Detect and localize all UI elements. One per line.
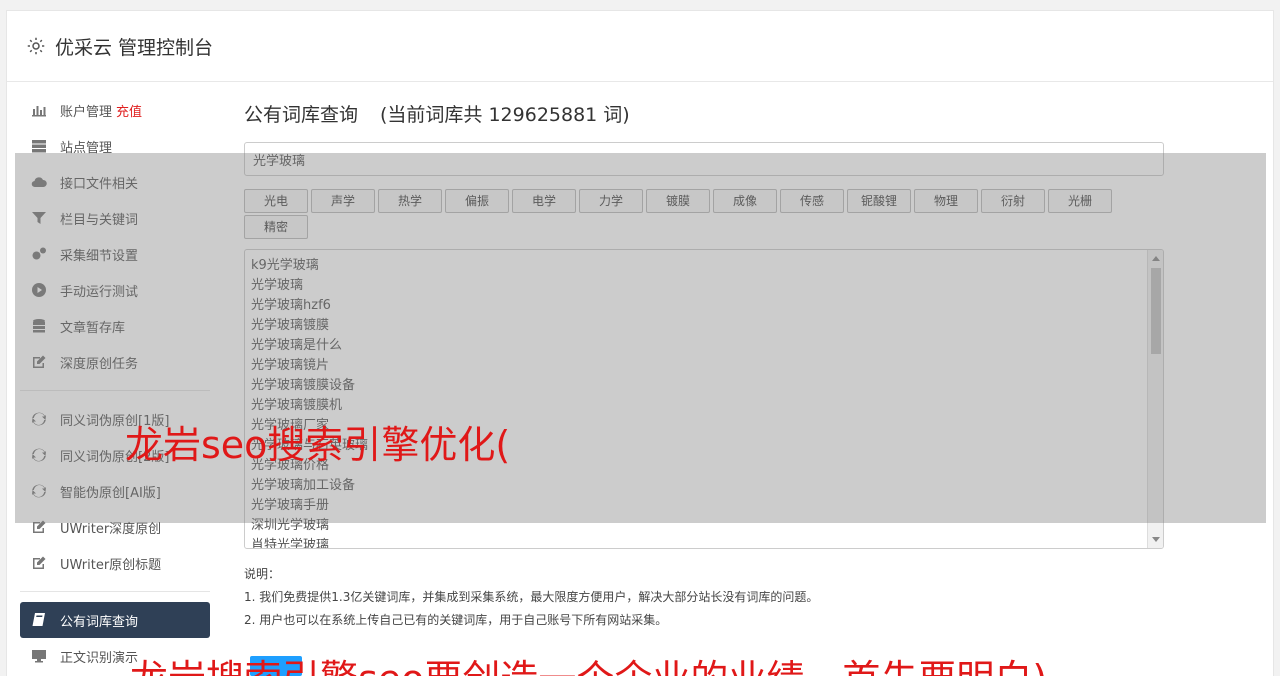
notes-line-1: 1. 我们免费提供1.3亿关键词库，并集成到采集系统，最大限度方便用户，解决大部… (244, 590, 819, 604)
edit-icon (30, 555, 48, 571)
sidebar-item-uwriter-title[interactable]: UWriter原创标题 (20, 545, 210, 581)
app-title: 优采云 管理控制台 (55, 36, 214, 59)
header: 优采云 管理控制台 (7, 11, 1273, 82)
server-icon (30, 138, 48, 154)
page-title-text: 公有词库查询 (244, 104, 359, 126)
bar-chart-icon (30, 102, 48, 118)
sidebar-item-label: 正文识别演示 (60, 650, 139, 666)
watermark-text-1: 龙岩seo搜索引擎优化( (125, 423, 511, 467)
sidebar-item-label: UWriter原创标题 (60, 557, 162, 573)
gear-icon (27, 37, 45, 55)
notes: 说明： 1. 我们免费提供1.3亿关键词库，并集成到采集系统，最大限度方便用户，… (244, 563, 1164, 632)
list-item[interactable]: 肖特光学玻璃 (251, 536, 1163, 548)
sidebar-divider (20, 591, 210, 592)
watermark-text-2: 龙岩搜索引擎seo要创造一个企业的业绩，首先要明白) (130, 648, 1047, 676)
notes-heading: 说明： (244, 567, 281, 581)
desktop-icon (30, 648, 48, 664)
book-icon (30, 612, 48, 628)
sidebar-item-label: 账户管理 (60, 104, 113, 120)
sidebar-item-label: 公有词库查询 (60, 614, 139, 630)
lexicon-count: (当前词库共 129625881 词) (380, 104, 630, 126)
sidebar-item-account[interactable]: 账户管理 充值 (20, 92, 210, 128)
recharge-link[interactable]: 充值 (116, 101, 142, 120)
page-title: 公有词库查询 (当前词库共 129625881 词) (244, 100, 1164, 130)
sidebar-item-public-lexicon[interactable]: 公有词库查询 (20, 602, 210, 638)
scroll-down-arrow-icon[interactable] (1152, 537, 1160, 542)
notes-line-2: 2. 用户也可以在系统上传自己已有的关键词库，用于自己账号下所有网站采集。 (244, 613, 668, 627)
